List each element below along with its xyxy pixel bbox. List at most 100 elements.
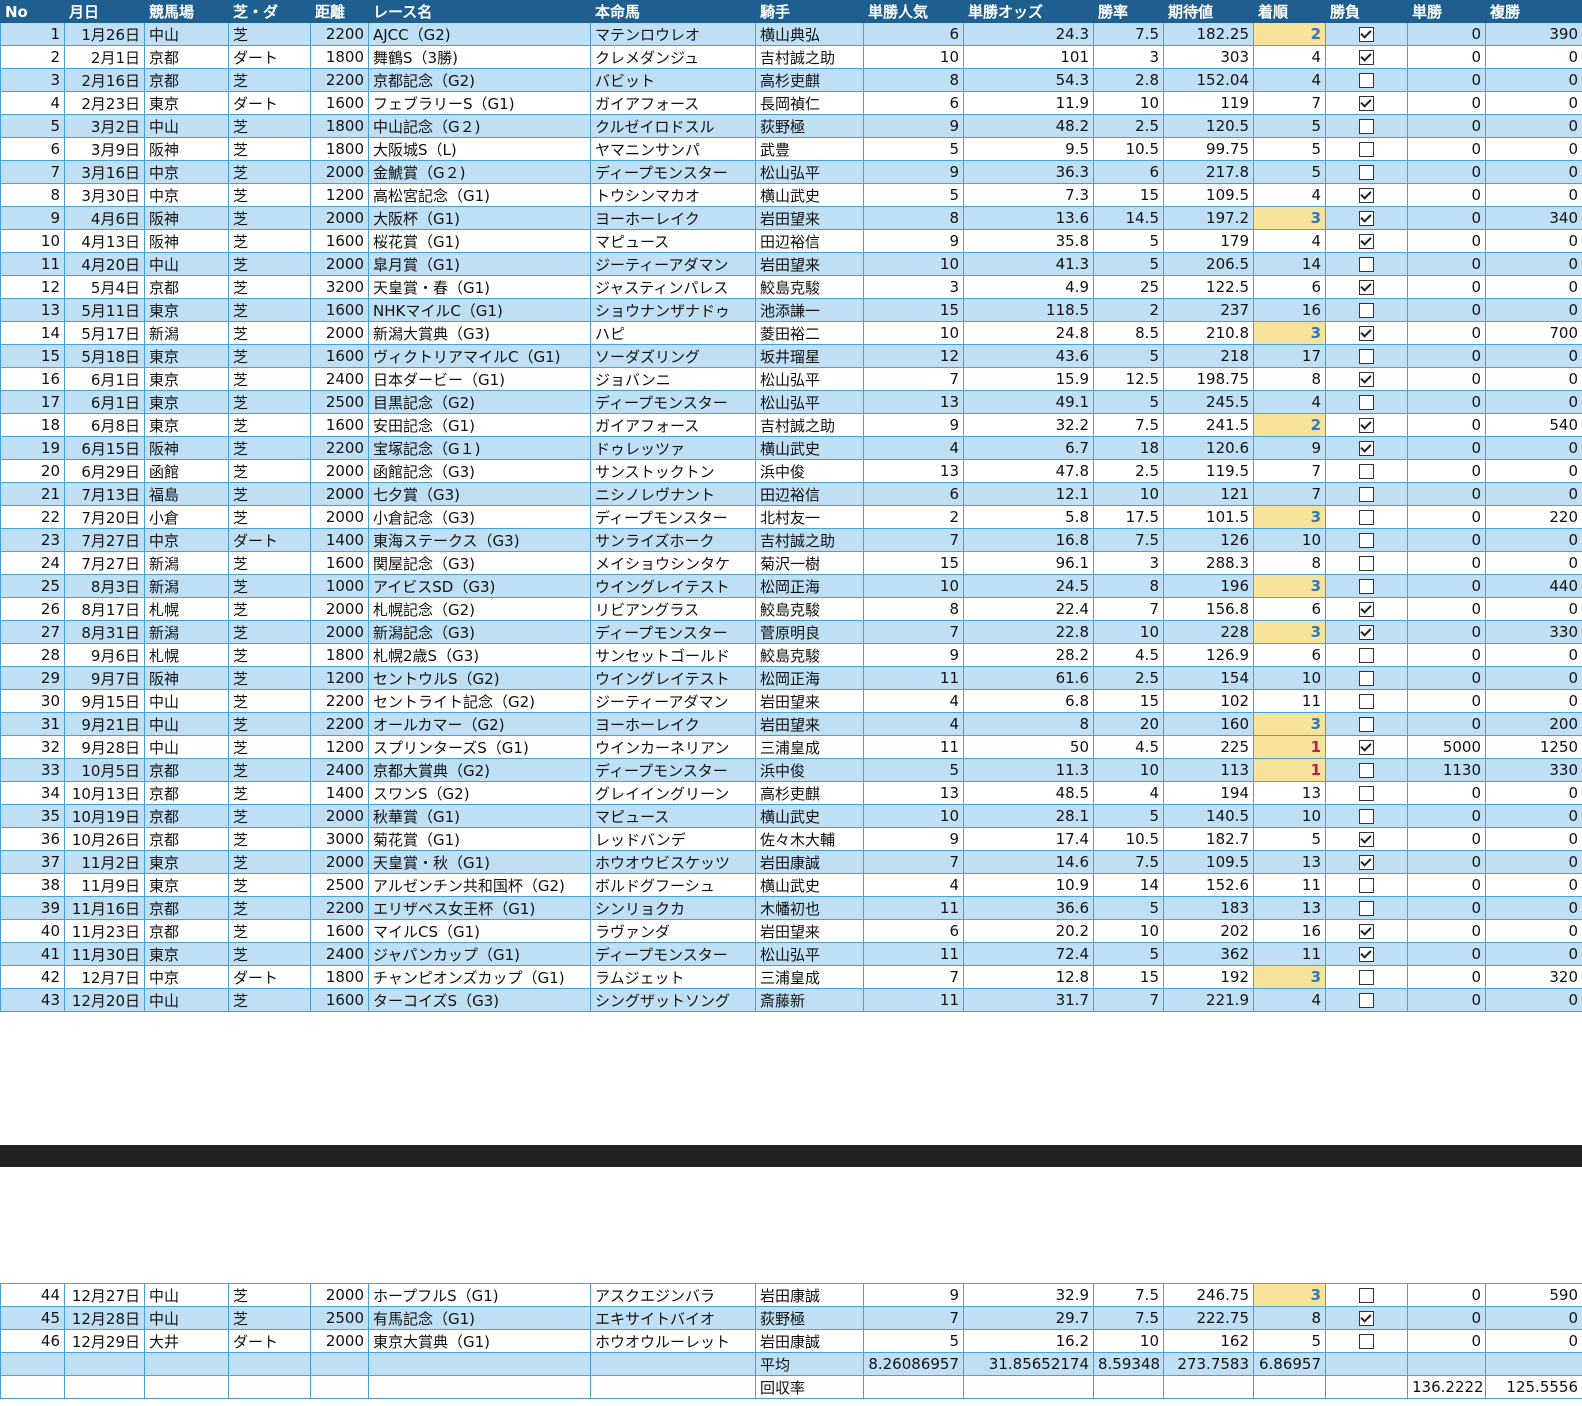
cell-jockey[interactable]: 武豊 <box>755 137 864 161</box>
cell-win-payout[interactable]: 0 <box>1407 1329 1486 1353</box>
cell-race-name[interactable]: ヴィクトリアマイルC（G1) <box>368 344 591 368</box>
cell-date[interactable]: 9月7日 <box>64 666 145 690</box>
cell-jockey[interactable]: 岩田康誠 <box>755 850 864 874</box>
header-surface[interactable]: 芝・ダ <box>228 0 311 23</box>
cell-bet-check[interactable] <box>1325 229 1408 253</box>
checkbox-icon[interactable] <box>1359 648 1374 663</box>
cell-distance[interactable]: 2000 <box>310 1329 369 1353</box>
cell-distance[interactable]: 2200 <box>310 436 369 460</box>
cell-win-payout[interactable]: 0 <box>1407 919 1486 943</box>
cell-place-payout[interactable]: 330 <box>1485 620 1582 644</box>
cell-distance[interactable]: 2000 <box>310 1283 369 1307</box>
cell-pick-horse[interactable]: ヨーホーレイク <box>590 206 756 230</box>
cell-win-payout[interactable]: 0 <box>1407 91 1486 115</box>
cell-surface[interactable]: 芝 <box>228 896 311 920</box>
cell-win-odds[interactable]: 48.5 <box>963 781 1094 805</box>
cell-popularity[interactable]: 5 <box>863 758 964 782</box>
cell-bet-check[interactable] <box>1325 850 1408 874</box>
cell-distance[interactable]: 2000 <box>310 160 369 184</box>
cell-win-rate[interactable]: 5 <box>1093 942 1164 966</box>
cell-no[interactable]: 15 <box>0 344 65 368</box>
cell-place-payout[interactable]: 0 <box>1485 850 1582 874</box>
cell-win-rate[interactable]: 10 <box>1093 919 1164 943</box>
checkbox-icon[interactable] <box>1359 487 1374 502</box>
cell-jockey[interactable]: 高杉吏麒 <box>755 781 864 805</box>
cell-course[interactable]: 中山 <box>144 252 229 276</box>
cell-win-payout[interactable]: 0 <box>1407 275 1486 299</box>
cell-popularity[interactable]: 10 <box>863 804 964 828</box>
cell-bet-check[interactable] <box>1325 45 1408 69</box>
cell-win-odds[interactable]: 96.1 <box>963 551 1094 575</box>
cell-place-payout[interactable]: 0 <box>1485 183 1582 207</box>
cell-surface[interactable]: 芝 <box>228 988 311 1012</box>
cell-pick-horse[interactable]: ジャスティンパレス <box>590 275 756 299</box>
header-expected-value[interactable]: 期待値 <box>1163 0 1254 23</box>
cell-win-payout[interactable]: 0 <box>1407 482 1486 506</box>
cell-win-rate[interactable]: 7.5 <box>1093 528 1164 552</box>
cell-expected-value[interactable]: 182.25 <box>1163 22 1254 46</box>
checkbox-icon[interactable] <box>1359 625 1374 640</box>
cell-popularity[interactable]: 7 <box>863 620 964 644</box>
cell-race-name[interactable]: 札幌記念（G2) <box>368 597 591 621</box>
cell-pick-horse[interactable]: ラヴァンダ <box>590 919 756 943</box>
checkbox-icon[interactable] <box>1359 602 1374 617</box>
cell-popularity[interactable]: 6 <box>863 482 964 506</box>
cell-expected-value[interactable]: 121 <box>1163 482 1254 506</box>
cell-bet-check[interactable] <box>1325 344 1408 368</box>
cell-win-payout[interactable]: 0 <box>1407 1283 1486 1307</box>
header-no[interactable]: No <box>0 0 65 23</box>
header-popularity[interactable]: 単勝人気 <box>863 0 964 23</box>
cell-course[interactable]: 阪神 <box>144 137 229 161</box>
cell-surface[interactable]: 芝 <box>228 1283 311 1307</box>
cell-distance[interactable]: 2200 <box>310 689 369 713</box>
cell-popularity[interactable]: 9 <box>863 643 964 667</box>
cell-pick-horse[interactable]: ホウオウビスケッツ <box>590 850 756 874</box>
cell-surface[interactable]: ダート <box>228 965 311 989</box>
checkbox-icon[interactable] <box>1359 27 1374 42</box>
cell-surface[interactable]: 芝 <box>228 137 311 161</box>
cell-surface[interactable]: 芝 <box>228 689 311 713</box>
cell-finish[interactable]: 3 <box>1253 712 1326 736</box>
cell-date[interactable]: 11月23日 <box>64 919 145 943</box>
cell-win-payout[interactable]: 0 <box>1407 298 1486 322</box>
cell-distance[interactable]: 2000 <box>310 850 369 874</box>
cell-course[interactable]: 中山 <box>144 689 229 713</box>
cell-distance[interactable]: 2000 <box>310 597 369 621</box>
cell-race-name[interactable]: 宝塚記念（G１) <box>368 436 591 460</box>
cell-pick-horse[interactable]: シングザットソング <box>590 988 756 1012</box>
cell-place-payout[interactable]: 0 <box>1485 390 1582 414</box>
cell-popularity[interactable]: 5 <box>863 137 964 161</box>
cell-pick-horse[interactable]: ヤマニンサンパ <box>590 137 756 161</box>
cell-finish[interactable]: 3 <box>1253 321 1326 345</box>
cell-distance[interactable]: 2000 <box>310 505 369 529</box>
header-race-name[interactable]: レース名 <box>368 0 591 23</box>
cell-no[interactable]: 11 <box>0 252 65 276</box>
cell-bet-check[interactable] <box>1325 252 1408 276</box>
cell-jockey[interactable]: 横山武史 <box>755 436 864 460</box>
cell-surface[interactable]: 芝 <box>228 919 311 943</box>
cell-date[interactable]: 12月28日 <box>64 1306 145 1330</box>
cell-bet-check[interactable] <box>1325 137 1408 161</box>
cell-win-payout[interactable]: 0 <box>1407 712 1486 736</box>
cell-finish[interactable]: 17 <box>1253 344 1326 368</box>
cell-jockey[interactable]: 池添謙一 <box>755 298 864 322</box>
cell-no[interactable]: 25 <box>0 574 65 598</box>
cell-finish[interactable]: 8 <box>1253 551 1326 575</box>
cell-place-payout[interactable]: 0 <box>1485 344 1582 368</box>
cell-surface[interactable]: 芝 <box>228 252 311 276</box>
cell-date[interactable]: 3月2日 <box>64 114 145 138</box>
cell-place-payout[interactable]: 200 <box>1485 712 1582 736</box>
cell-race-name[interactable]: 七夕賞（G3) <box>368 482 591 506</box>
cell-win-odds[interactable]: 36.3 <box>963 160 1094 184</box>
cell-win-rate[interactable]: 14 <box>1093 873 1164 897</box>
cell-place-payout[interactable]: 0 <box>1485 827 1582 851</box>
cell-expected-value[interactable]: 228 <box>1163 620 1254 644</box>
cell-win-odds[interactable]: 17.4 <box>963 827 1094 851</box>
cell-win-rate[interactable]: 10.5 <box>1093 827 1164 851</box>
cell-bet-check[interactable] <box>1325 896 1408 920</box>
checkbox-icon[interactable] <box>1359 993 1374 1008</box>
cell-pick-horse[interactable]: バビット <box>590 68 756 92</box>
cell-jockey[interactable]: 高杉吏麒 <box>755 68 864 92</box>
checkbox-icon[interactable] <box>1359 96 1374 111</box>
cell-pick-horse[interactable]: サンストックトン <box>590 459 756 483</box>
